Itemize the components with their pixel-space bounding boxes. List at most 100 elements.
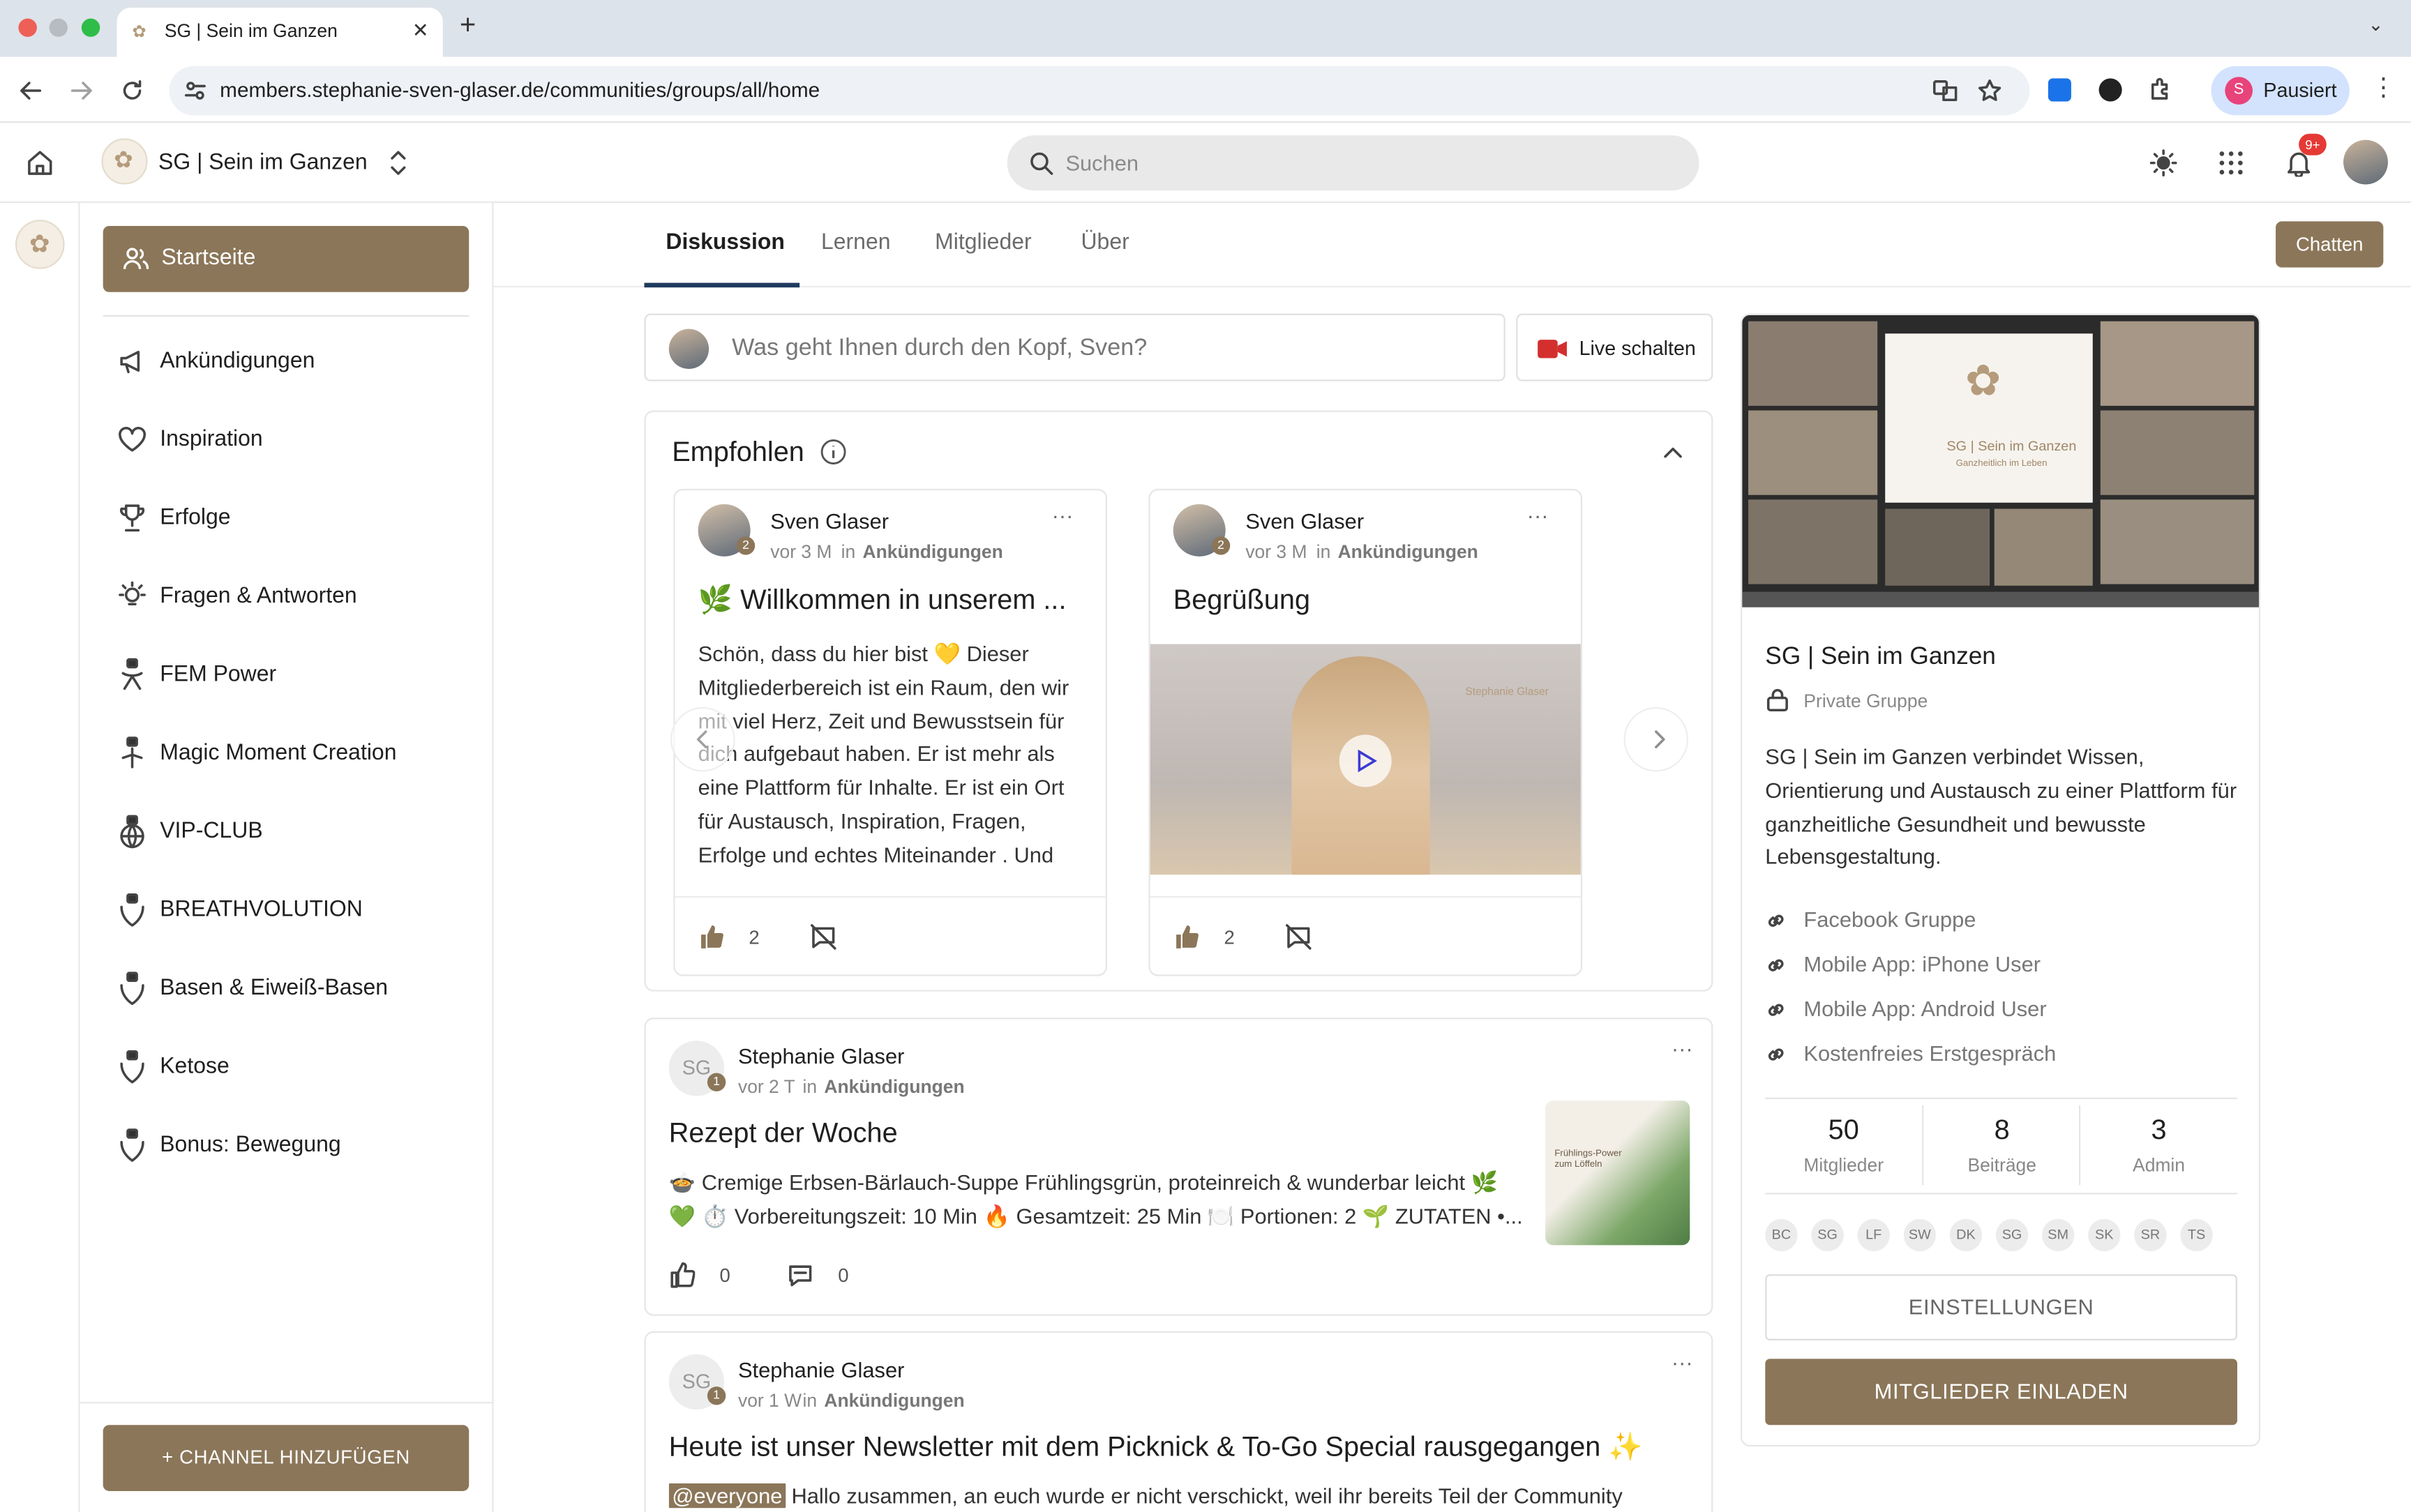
comment-icon[interactable] [787, 1262, 813, 1288]
tab-ueber[interactable]: Über [1081, 231, 1129, 255]
tab-list-chevron-icon[interactable]: ⌄ [2368, 14, 2383, 36]
member-avatar[interactable]: SG [1811, 1218, 1844, 1252]
feed-post[interactable]: SG 1 Stephanie Glaser vor 1 W in Ankündi… [644, 1331, 1713, 1512]
extension-icon[interactable] [2098, 78, 2122, 102]
sidebar-item-startseite[interactable]: Startseite [103, 226, 470, 292]
close-tab-icon[interactable]: ✕ [412, 18, 429, 43]
everyone-mention[interactable]: @everyone [668, 1483, 786, 1509]
translate-icon[interactable] [1932, 78, 1958, 103]
recipe-thumbnail[interactable]: Frühlings-Power zum Löffeln [1545, 1101, 1690, 1246]
member-avatar[interactable]: SG [1995, 1218, 2029, 1252]
group-link[interactable]: Kostenfreies Erstgespräch [1803, 1041, 2056, 1065]
post-title[interactable]: Begrüßung [1173, 584, 1310, 617]
add-channel-button[interactable]: + CHANNEL HINZUFÜGEN [103, 1425, 470, 1491]
author-name[interactable]: Sven Glaser [1245, 509, 1364, 534]
post-composer[interactable]: Was geht Ihnen durch den Kopf, Sven? [644, 313, 1505, 381]
post-options-icon[interactable]: ··· [1527, 503, 1549, 527]
member-avatar[interactable]: DK [1949, 1218, 1983, 1252]
tab-diskussion[interactable]: Diskussion [666, 231, 785, 255]
apps-grid-icon[interactable] [2219, 151, 2244, 175]
user-avatar[interactable] [2343, 139, 2388, 185]
post-channel-link[interactable]: Ankündigungen [863, 541, 1003, 563]
extensions-puzzle-icon[interactable] [2148, 77, 2172, 101]
stat-admins[interactable]: 3 Admin [2080, 1105, 2237, 1191]
play-button[interactable] [1339, 734, 1392, 787]
carousel-prev-button[interactable] [670, 706, 735, 772]
post-title[interactable]: Heute ist unser Newsletter mit dem Pickn… [669, 1431, 1699, 1463]
browser-menu-icon[interactable]: ⋮ [2371, 73, 2396, 103]
stat-posts[interactable]: 8 Beiträge [1923, 1105, 2080, 1191]
sidebar-item-fem-power[interactable]: FEM Power [114, 652, 467, 698]
comments-disabled-icon[interactable] [811, 924, 836, 950]
post-options-icon[interactable]: ··· [1052, 503, 1074, 527]
sidebar-item-breathvolution[interactable]: BREATHVOLUTION [114, 887, 467, 933]
post-channel-link[interactable]: Ankündigungen [1338, 541, 1478, 563]
tab-mitglieder[interactable]: Mitglieder [935, 231, 1032, 255]
browser-tab[interactable]: ✿ SG | Sein im Ganzen ✕ [117, 8, 443, 57]
member-avatar[interactable]: SM [2042, 1218, 2075, 1252]
community-rail-logo[interactable]: ✿ [15, 220, 65, 269]
post-options-icon[interactable]: ··· [1672, 1036, 1693, 1061]
home-icon[interactable] [26, 149, 54, 177]
member-avatar[interactable]: BC [1765, 1218, 1798, 1252]
sidebar-item-magic-moment-creation[interactable]: Magic Moment Creation [114, 730, 467, 776]
theme-toggle-sun-icon[interactable] [2149, 149, 2177, 177]
author-name[interactable]: Sven Glaser [770, 509, 889, 534]
minimize-window-button[interactable] [49, 18, 68, 37]
community-switcher-icon[interactable] [387, 148, 409, 179]
feed-post[interactable]: SG 1 Stephanie Glaser vor 2 T in Ankündi… [644, 1018, 1713, 1316]
sidebar-item-fragen-antworten[interactable]: Fragen & Antworten [114, 573, 467, 619]
go-live-button[interactable]: Live schalten [1516, 313, 1713, 381]
post-title[interactable]: 🌿 Willkommen in unserem ... [698, 584, 1090, 617]
community-logo[interactable]: ✿ [101, 138, 148, 185]
settings-button[interactable]: EINSTELLUNGEN [1765, 1274, 2237, 1340]
profile-button[interactable]: S Pausiert [2211, 66, 2350, 116]
member-avatar[interactable]: TS [2180, 1218, 2213, 1252]
close-window-button[interactable] [18, 18, 37, 37]
reload-icon[interactable] [120, 78, 144, 103]
post-options-icon[interactable]: ··· [1672, 1350, 1693, 1374]
member-avatar[interactable]: LF [1857, 1218, 1890, 1252]
like-thumb-icon[interactable] [669, 1262, 696, 1288]
tab-lernen[interactable]: Lernen [821, 231, 891, 255]
sidebar-item-vip-club[interactable]: VIP-CLUB [114, 808, 467, 854]
sidebar-item-ketose[interactable]: Ketose [114, 1044, 467, 1090]
carousel-next-button[interactable] [1623, 706, 1689, 772]
info-icon[interactable] [820, 438, 848, 466]
sidebar-item-inspiration[interactable]: Inspiration [114, 416, 467, 462]
invite-members-button[interactable]: MITGLIEDER EINLADEN [1765, 1359, 2237, 1426]
like-thumb-icon[interactable] [698, 924, 724, 950]
post-channel-link[interactable]: Ankündigungen [824, 1076, 964, 1098]
member-avatar[interactable]: SK [2088, 1218, 2121, 1252]
chat-button[interactable]: Chatten [2276, 221, 2384, 268]
site-settings-icon[interactable] [184, 80, 206, 102]
member-avatar[interactable]: SW [1903, 1218, 1936, 1252]
post-title[interactable]: Rezept der Woche [669, 1117, 898, 1149]
group-link[interactable]: Mobile App: iPhone User [1803, 951, 2041, 976]
sidebar-item-bonus-bewegung[interactable]: Bonus: Bewegung [114, 1122, 467, 1168]
search-input[interactable]: Suchen [1007, 135, 1699, 191]
back-icon[interactable] [18, 78, 43, 103]
group-link[interactable]: Facebook Gruppe [1803, 907, 1976, 931]
maximize-window-button[interactable] [81, 18, 100, 37]
video-thumbnail[interactable]: Stephanie Glaser [1150, 644, 1581, 875]
comments-disabled-icon[interactable] [1286, 924, 1312, 950]
sidebar-item-ankuendigungen[interactable]: Ankündigungen [114, 338, 467, 384]
author-name[interactable]: Stephanie Glaser [738, 1357, 904, 1382]
collapse-chevron-up-icon[interactable] [1660, 439, 1685, 464]
like-thumb-icon[interactable] [1173, 924, 1199, 950]
bookmark-star-icon[interactable] [1977, 78, 2001, 103]
extension-icon[interactable] [2048, 78, 2071, 102]
post-channel-link[interactable]: Ankündigungen [824, 1390, 964, 1412]
forward-icon[interactable] [69, 78, 93, 103]
author-name[interactable]: Stephanie Glaser [738, 1044, 904, 1068]
featured-post-card[interactable]: 2 Sven Glaser vor 3 M in Ankündigungen ·… [673, 488, 1107, 976]
featured-post-card[interactable]: 2 Sven Glaser vor 3 M in Ankündigungen ·… [1148, 488, 1583, 976]
stat-members[interactable]: 50 Mitglieder [1765, 1105, 1922, 1191]
member-avatar[interactable]: SR [2134, 1218, 2167, 1252]
address-bar[interactable]: members.stephanie-sven-glaser.de/communi… [169, 66, 2030, 116]
group-link[interactable]: Mobile App: Android User [1803, 996, 2046, 1020]
sidebar-item-erfolge[interactable]: Erfolge [114, 495, 467, 541]
sidebar-item-basen-eiweiss-basen[interactable]: Basen & Eiweiß-Basen [114, 965, 467, 1011]
community-name[interactable]: SG | Sein im Ganzen [158, 151, 368, 175]
